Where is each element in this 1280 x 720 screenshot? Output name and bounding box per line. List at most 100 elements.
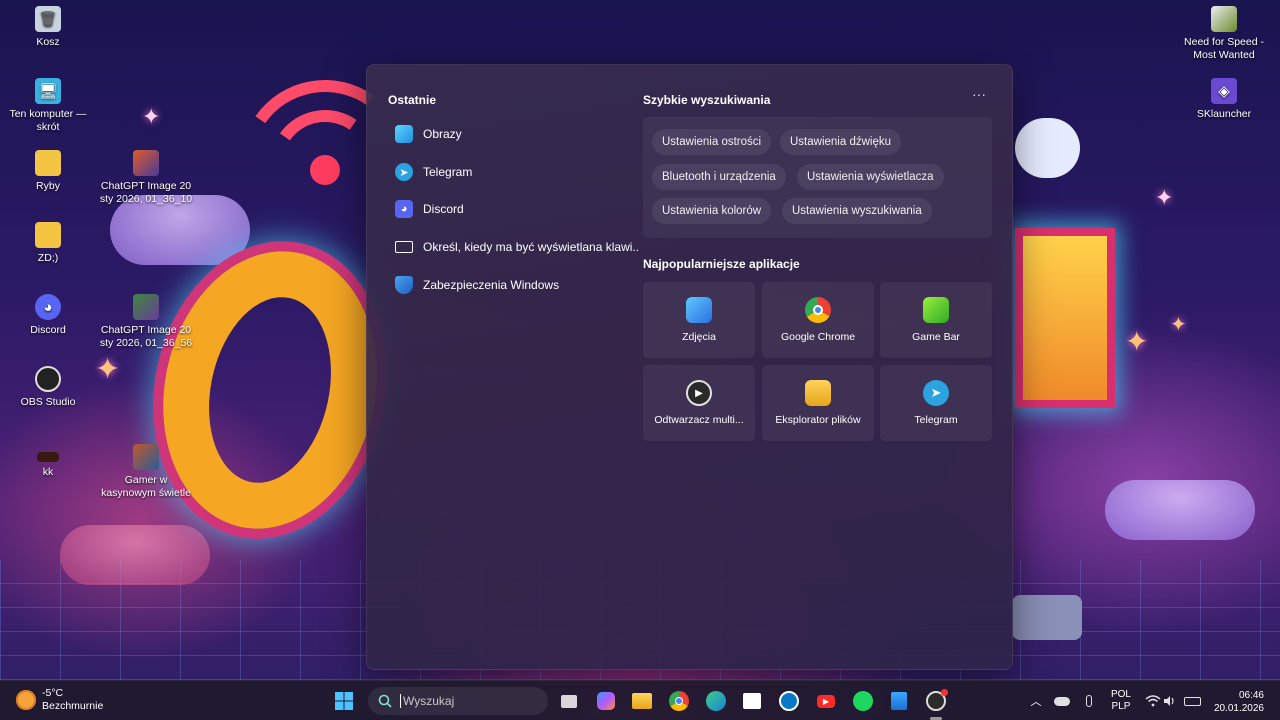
taskbar-file-explorer[interactable] <box>630 689 654 713</box>
desktop-icon-label: OBS Studio <box>20 396 76 408</box>
taskbar-obs[interactable] <box>924 689 948 713</box>
telegram-icon: ➤ <box>923 380 949 406</box>
desktop-icon-kk[interactable]: kk <box>0 452 96 479</box>
app-tile-label: Telegram <box>914 414 958 426</box>
task-view-icon <box>561 694 577 708</box>
taskbar-dell[interactable] <box>777 689 801 713</box>
copilot-icon <box>597 692 615 710</box>
app-tile-label: Game Bar <box>912 331 960 343</box>
taskbar-youtube[interactable]: ▶ <box>814 689 838 713</box>
taskbar: -5°C Bezchmurnie Wyszukaj ▶ ︿ POL PLP 06… <box>0 680 1280 720</box>
desktop-icon-this-pc[interactable]: 🖥 Ten komputer — skrót <box>0 78 96 134</box>
desktop-icon-nfs-most-wanted[interactable]: Need for Speed - Most Wanted <box>1176 6 1272 62</box>
desktop-icon-label: ChatGPT Image 20 sty 2026, 01_36_56 <box>99 324 193 349</box>
windows-logo-icon <box>335 692 353 710</box>
dell-icon <box>779 691 799 711</box>
desktop-icon-chatgpt-image-1[interactable]: ChatGPT Image 20 sty 2026, 01_36_10 <box>98 150 194 206</box>
recent-item-discord[interactable]: ◕ Discord <box>395 194 640 224</box>
recent-item-label: Zabezpieczenia Windows <box>423 278 560 292</box>
recent-item-telegram[interactable]: ➤ Telegram <box>395 157 640 187</box>
quick-search-chip[interactable]: Bluetooth i urządzenia <box>652 164 786 190</box>
desktop-icon-label: kk <box>42 466 54 478</box>
recycle-bin-icon: 🗑 <box>35 6 61 32</box>
quick-search-chip[interactable]: Ustawienia kolorów <box>652 198 772 224</box>
taskbar-search[interactable] <box>368 687 548 715</box>
gamebar-icon <box>923 297 949 323</box>
wallpaper-controller <box>1012 595 1082 640</box>
photos-icon <box>686 297 712 323</box>
copilot-button[interactable] <box>594 689 618 713</box>
speaker-icon <box>1164 696 1174 706</box>
file-explorer-icon <box>632 693 652 709</box>
app-tile-media-player[interactable]: ▶ Odtwarzacz multi... <box>643 365 755 441</box>
taskbar-spotify[interactable] <box>851 689 875 713</box>
show-hidden-icons-button[interactable]: ︿ <box>1024 689 1048 713</box>
desktop-icon-obs-studio[interactable]: OBS Studio <box>0 366 96 409</box>
taskbar-notepad[interactable] <box>887 689 911 713</box>
app-tile-file-explorer[interactable]: Eksplorator plików <box>762 365 874 441</box>
language-indicator[interactable]: POL PLP <box>1106 689 1136 713</box>
taskbar-clock[interactable]: 06:46 20.01.2026 <box>1208 689 1264 715</box>
quick-search-chip[interactable]: Ustawienia wyświetlacza <box>797 164 944 190</box>
app-tile-label: Eksplorator plików <box>775 414 861 426</box>
desktop-icon-label: Ryby <box>36 180 60 192</box>
app-tile-telegram[interactable]: ➤ Telegram <box>880 365 992 441</box>
desktop-icon-ryby[interactable]: Ryby <box>0 150 96 193</box>
star-icon: ✦ <box>95 353 121 386</box>
quick-search-chip[interactable]: Ustawienia wyszukiwania <box>782 198 932 224</box>
edge-icon <box>706 691 726 711</box>
volume-button[interactable] <box>1158 689 1182 713</box>
spotify-icon <box>853 691 873 711</box>
app-tile-label: Google Chrome <box>780 331 856 343</box>
launcher-icon: ◈ <box>1211 78 1237 104</box>
recent-item-windows-security[interactable]: Zabezpieczenia Windows <box>395 270 640 300</box>
quick-search-chip[interactable]: Ustawienia ostrości <box>652 129 772 155</box>
media-player-icon: ▶ <box>686 380 712 406</box>
desktop-icon-zd[interactable]: ZD;) <box>0 222 96 265</box>
telegram-icon: ➤ <box>395 163 413 181</box>
recent-item-keyboard-settings[interactable]: Określ, kiedy ma być wyświetlana klawi..… <box>395 232 640 262</box>
desktop-icon-recycle-bin[interactable]: 🗑 Kosz <box>0 6 96 49</box>
file-explorer-icon <box>805 380 831 406</box>
app-tile-chrome[interactable]: Google Chrome <box>762 282 874 358</box>
top-apps-title: Najpopularniejsze aplikacje <box>643 257 800 271</box>
desktop-icon-chatgpt-image-2[interactable]: ChatGPT Image 20 sty 2026, 01_36_56 <box>98 294 194 350</box>
quick-search-container: Ustawienia ostrości Ustawienia dźwięku B… <box>643 117 992 238</box>
weather-widget[interactable]: -5°C Bezchmurnie <box>16 687 103 713</box>
desktop-icon-label: Gamer w kasynowym świetle <box>101 474 191 499</box>
desktop-icon-label: ZD;) <box>37 252 59 264</box>
obs-icon <box>35 366 61 392</box>
pictures-icon <box>395 125 413 143</box>
app-tile-photos[interactable]: Zdjęcia <box>643 282 755 358</box>
recent-item-label: Discord <box>423 202 464 216</box>
star-icon: ✦ <box>1155 185 1174 210</box>
quick-search-chip[interactable]: Ustawienia dźwięku <box>780 129 901 155</box>
weather-temperature: -5°C <box>42 687 64 699</box>
battery-button[interactable] <box>1180 689 1204 713</box>
more-options-button[interactable]: ··· <box>969 87 989 105</box>
desktop-icon-gamer-image[interactable]: Gamer w kasynowym świetle <box>98 444 194 500</box>
language-code: POL <box>1110 689 1131 700</box>
task-view-button[interactable] <box>557 689 581 713</box>
taskbar-edge[interactable] <box>704 689 728 713</box>
taskbar-store[interactable] <box>740 689 764 713</box>
desktop-icon-discord[interactable]: ◕ Discord <box>0 294 96 337</box>
wallpaper-letter-o <box>138 231 402 549</box>
wallpaper-cloud <box>1105 480 1255 540</box>
start-button[interactable] <box>332 689 356 713</box>
image-icon <box>37 452 59 462</box>
recent-item-obrazy[interactable]: Obrazy <box>395 119 640 149</box>
taskbar-chrome[interactable] <box>667 689 691 713</box>
desktop-icon-label: SKlauncher <box>1196 108 1252 120</box>
youtube-icon: ▶ <box>817 694 835 708</box>
desktop-icon-sklauncher[interactable]: ◈ SKlauncher <box>1176 78 1272 121</box>
wallpaper-chat-bubble <box>1015 118 1080 178</box>
desktop-icon-label: Discord <box>30 324 66 336</box>
onedrive-button[interactable] <box>1050 689 1074 713</box>
wallpaper-wifi-dot <box>310 155 340 185</box>
wallpaper-cloud <box>60 525 210 585</box>
search-input[interactable] <box>400 694 530 708</box>
computer-icon: 🖥 <box>35 78 61 104</box>
microphone-button[interactable] <box>1077 689 1101 713</box>
app-tile-game-bar[interactable]: Game Bar <box>880 282 992 358</box>
